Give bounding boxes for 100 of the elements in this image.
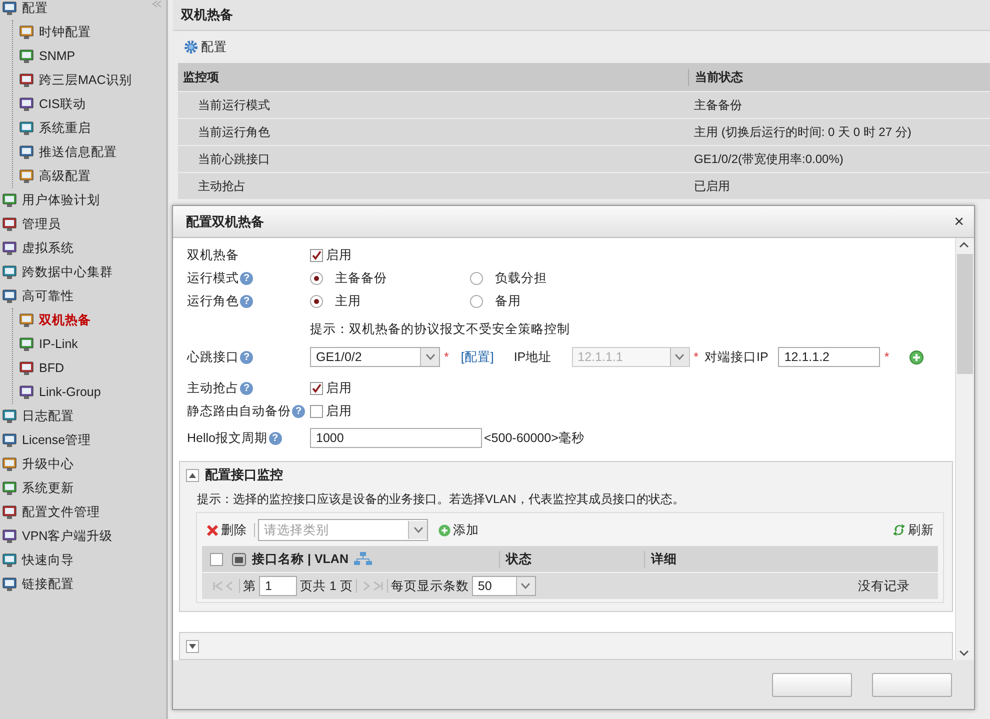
- close-button[interactable]: ×: [954, 212, 964, 232]
- sidebar-item[interactable]: BFD: [19, 356, 166, 380]
- empty-message: 没有记录: [858, 578, 910, 594]
- item-icon: [2, 264, 18, 280]
- triangle-icon: [189, 472, 196, 478]
- required-mark: *: [694, 350, 699, 364]
- refresh-icon: [892, 523, 906, 537]
- toggle-button[interactable]: [186, 640, 199, 652]
- sidebar-item[interactable]: 系统更新: [2, 476, 166, 500]
- item-icon: [2, 456, 18, 472]
- sidebar-item[interactable]: 系统重启: [19, 116, 166, 140]
- triangle-icon: [189, 644, 196, 648]
- tick-icon: [311, 383, 322, 394]
- scrollbar-thumb[interactable]: [957, 254, 973, 374]
- item-icon: [19, 312, 35, 328]
- sidebar-item[interactable]: IP-Link: [19, 332, 166, 356]
- sidebar-item[interactable]: 管理员: [2, 212, 166, 236]
- field-label: 静态路由自动备份: [187, 403, 291, 420]
- sidebar-item[interactable]: SNMP: [19, 44, 166, 68]
- item-icon: [2, 528, 18, 544]
- column-header: 详细: [644, 550, 938, 568]
- item-icon: [2, 192, 18, 208]
- sidebar-item[interactable]: CIS联动: [19, 92, 166, 116]
- interface-select[interactable]: GE1/0/2: [310, 347, 440, 367]
- tick-icon: [311, 250, 322, 261]
- checkbox[interactable]: [310, 249, 323, 262]
- sidebar-item[interactable]: 时钟配置: [19, 20, 166, 44]
- checkbox-label: 启用: [326, 380, 352, 397]
- pager-label: 第: [243, 578, 256, 594]
- page-field[interactable]: 1: [259, 576, 297, 596]
- field-label: 双机热备: [187, 247, 239, 264]
- column-header: 监控项: [182, 68, 220, 86]
- table-cell-text: 主用 (切换后运行的时间: 0 天 0 时 27 分): [693, 124, 912, 140]
- add-icon[interactable]: [909, 350, 924, 364]
- item-icon: [19, 384, 35, 400]
- sidebar-item[interactable]: 日志配置: [2, 404, 166, 428]
- item-icon: [19, 360, 35, 376]
- sidebar-item[interactable]: 升级中心: [2, 452, 166, 476]
- sidebar-item[interactable]: 高可靠性: [2, 284, 166, 308]
- table-cell-text: 当前心跳接口: [197, 150, 271, 168]
- item-icon: [19, 120, 35, 136]
- collapse-icon[interactable]: [152, 0, 162, 8]
- dialog-button[interactable]: [872, 672, 952, 696]
- item-icon: [19, 24, 35, 40]
- interface-icon: [232, 552, 246, 566]
- sidebar-item[interactable]: 推送信息配置: [19, 140, 166, 164]
- config-button[interactable]: 配置: [183, 38, 227, 56]
- add-button[interactable]: 添加: [434, 522, 483, 538]
- table-cell-text: 当前运行模式: [197, 96, 271, 114]
- table-cell-text: 已启用: [693, 178, 731, 194]
- select-all-checkbox[interactable]: [210, 552, 223, 566]
- item-icon: [2, 480, 18, 496]
- item-icon: [2, 432, 18, 448]
- item-icon: [2, 288, 18, 304]
- sidebar-item[interactable]: 双机热备: [19, 308, 166, 332]
- checkbox[interactable]: [310, 405, 323, 418]
- radio-button[interactable]: [310, 272, 323, 285]
- radio-button[interactable]: [470, 295, 483, 308]
- gear-icon: [183, 39, 199, 55]
- item-icon: [19, 336, 35, 352]
- sidebar-item[interactable]: 配置: [2, 0, 166, 20]
- table-cell-text: 当前运行角色: [197, 124, 271, 140]
- column-header: 当前状态: [688, 68, 990, 86]
- page-size-select[interactable]: 50: [472, 576, 536, 596]
- radio-button[interactable]: [470, 272, 483, 285]
- refresh-button[interactable]: 刷新: [888, 522, 938, 538]
- sidebar-item[interactable]: VPN客户端升级: [2, 524, 166, 548]
- field-label: IP地址: [514, 348, 552, 366]
- table-cell-text: GE1/0/2(带宽使用率:0.00%): [693, 150, 844, 168]
- radio-button[interactable]: [310, 295, 323, 308]
- item-icon: [2, 504, 18, 520]
- toggle-button[interactable]: [186, 468, 199, 482]
- sidebar-item[interactable]: License管理: [2, 428, 166, 452]
- sidebar-item[interactable]: 用户体验计划: [2, 188, 166, 212]
- required-mark: *: [444, 350, 449, 364]
- table-cell-text: 主备备份: [693, 96, 743, 114]
- checkbox[interactable]: [310, 382, 323, 395]
- delete-button[interactable]: 删除: [202, 522, 251, 538]
- period-field[interactable]: 1000: [310, 428, 482, 448]
- peer-ip-field[interactable]: 12.1.1.2: [778, 347, 880, 367]
- pager-label: 页共 1 页: [300, 578, 353, 594]
- sidebar-item[interactable]: 链接配置: [2, 572, 166, 596]
- checkbox-label: 启用: [326, 247, 352, 264]
- sidebar-item[interactable]: 快速向导: [2, 548, 166, 572]
- sidebar-item[interactable]: Link-Group: [19, 380, 166, 404]
- dialog-button[interactable]: [772, 672, 852, 696]
- network-icon: [354, 552, 372, 566]
- add-icon: [438, 524, 451, 536]
- item-icon: [2, 240, 18, 256]
- config-link[interactable]: [配置]: [460, 348, 494, 366]
- sidebar-item[interactable]: 跨数据中心集群: [2, 260, 166, 284]
- sidebar-item[interactable]: 高级配置: [19, 164, 166, 188]
- field-label: 心跳接口: [187, 348, 239, 366]
- item-icon: [2, 0, 18, 16]
- sidebar-item[interactable]: 配置文件管理: [2, 500, 166, 524]
- sidebar-item[interactable]: 虚拟系统: [2, 236, 166, 260]
- hint-text: 提示：双机热备的协议报文不受安全策略控制: [310, 321, 570, 338]
- item-icon: [19, 144, 35, 160]
- sidebar-item[interactable]: 跨三层MAC识别: [19, 68, 166, 92]
- radio-label: 主用: [335, 293, 361, 310]
